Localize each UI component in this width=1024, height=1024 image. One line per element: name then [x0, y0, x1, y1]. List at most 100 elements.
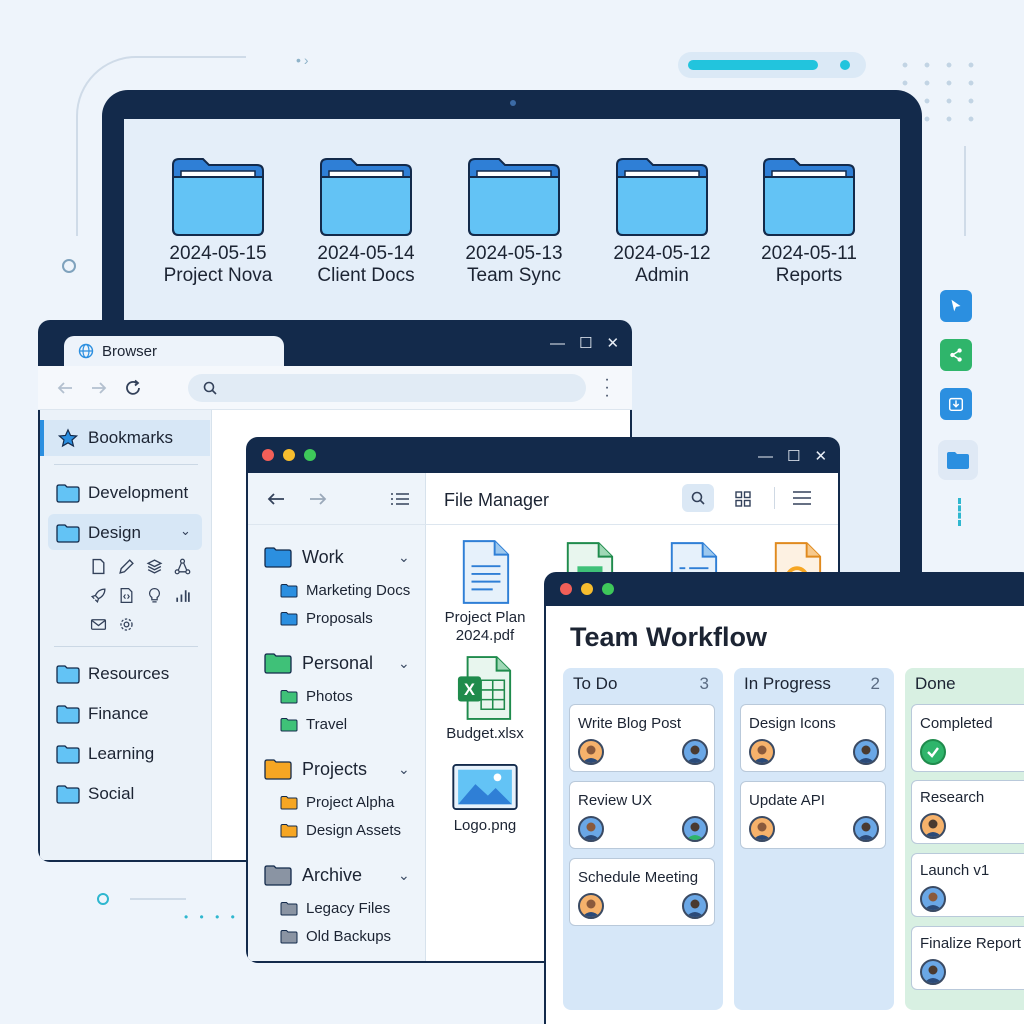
- chevron-down-icon[interactable]: ⌄: [398, 655, 410, 672]
- grid-view-icon[interactable]: [734, 490, 752, 508]
- close-dot[interactable]: [262, 449, 274, 461]
- folder-icon: [56, 785, 80, 804]
- bar-chart-icon[interactable]: [172, 585, 192, 605]
- bookmarks-title-row: Bookmarks: [56, 425, 173, 451]
- group-archive[interactable]: Archive: [264, 864, 362, 886]
- task-card[interactable]: Finalize Report: [911, 926, 1024, 990]
- minimize-dot[interactable]: [283, 449, 295, 461]
- desktop-folder[interactable]: 2024-05-15 Project Nova: [153, 155, 283, 287]
- desktop-folder[interactable]: 2024-05-12 Admin: [597, 155, 727, 287]
- zoom-dot[interactable]: [602, 583, 614, 595]
- task-card[interactable]: Design Icons: [740, 704, 886, 772]
- list-view-icon[interactable]: [390, 491, 410, 507]
- folder-icon: [264, 653, 292, 674]
- document-icon[interactable]: [88, 556, 108, 576]
- reload-icon[interactable]: [124, 379, 142, 397]
- avatar: [682, 816, 708, 842]
- excel-document-icon: X: [457, 656, 512, 720]
- task-card[interactable]: Launch v1: [911, 853, 1024, 917]
- download-button[interactable]: [940, 388, 972, 420]
- back-arrow-icon[interactable]: [56, 380, 74, 396]
- subfolder-item[interactable]: Photos: [280, 688, 353, 705]
- folder-name: Team Sync: [467, 265, 561, 286]
- rocket-icon[interactable]: [88, 585, 108, 605]
- task-title: Launch v1: [920, 862, 990, 879]
- subfolder-item[interactable]: Travel: [280, 716, 347, 733]
- bookmark-folder-resources[interactable]: Resources: [56, 661, 169, 687]
- folder-icon: [280, 718, 298, 732]
- forward-arrow-icon[interactable]: [90, 380, 108, 396]
- file-project-plan[interactable]: Project Plan 2024.pdf: [430, 539, 540, 645]
- desktop-folder[interactable]: 2024-05-14 Client Docs: [301, 155, 431, 287]
- column-count: 2: [870, 674, 880, 693]
- chevron-down-icon[interactable]: ⌄: [180, 523, 191, 539]
- code-file-icon[interactable]: [116, 585, 136, 605]
- minimize-button[interactable]: —: [550, 335, 565, 352]
- minimize-button[interactable]: —: [758, 448, 773, 465]
- mail-icon[interactable]: [88, 614, 108, 634]
- url-input[interactable]: [188, 374, 586, 402]
- bulb-icon[interactable]: [144, 585, 164, 605]
- bookmark-folder-learning[interactable]: Learning: [56, 741, 154, 767]
- task-card[interactable]: Update API: [740, 781, 886, 849]
- close-dot[interactable]: [560, 583, 572, 595]
- layers-icon[interactable]: [144, 556, 164, 576]
- task-card[interactable]: Schedule Meeting: [569, 858, 715, 926]
- pen-icon[interactable]: [116, 556, 136, 576]
- folder-date: 2024-05-15: [169, 243, 267, 264]
- bookmark-label: Resources: [88, 664, 170, 683]
- chevron-down-icon[interactable]: ⌄: [398, 761, 410, 778]
- folder-name: Reports: [775, 265, 843, 286]
- search-button[interactable]: [682, 484, 714, 512]
- group-projects[interactable]: Projects: [264, 758, 367, 780]
- folder-icon: [280, 690, 298, 704]
- maximize-button[interactable]: ☐: [579, 334, 592, 352]
- task-card[interactable]: Research: [911, 780, 1024, 844]
- bookmark-folder-social[interactable]: Social: [56, 781, 134, 807]
- group-work[interactable]: Work: [264, 546, 344, 568]
- folder-tool-button[interactable]: [938, 440, 978, 480]
- desktop-folder[interactable]: 2024-05-11 Reports: [744, 155, 874, 287]
- minimize-dot[interactable]: [581, 583, 593, 595]
- bookmark-folder-development[interactable]: Development: [56, 480, 188, 506]
- share-button[interactable]: [940, 339, 972, 371]
- chevron-down-icon[interactable]: ⌄: [398, 867, 410, 884]
- bookmark-folder-design[interactable]: Design: [56, 520, 141, 546]
- cursor-tool-button[interactable]: [940, 290, 972, 322]
- subfolder-label: Travel: [306, 716, 348, 733]
- browser-tab[interactable]: Browser: [64, 336, 284, 366]
- chevron-down-icon[interactable]: ⌄: [398, 549, 410, 566]
- subfolder-item[interactable]: Proposals: [280, 610, 373, 627]
- file-logo[interactable]: Logo.png: [430, 763, 540, 835]
- desktop-folder[interactable]: 2024-05-13 Team Sync: [449, 155, 579, 287]
- folder-icon: [280, 824, 298, 838]
- back-arrow-icon[interactable]: [266, 491, 286, 507]
- subfolder-item[interactable]: Design Assets: [280, 822, 401, 839]
- zoom-dot[interactable]: [304, 449, 316, 461]
- subfolder-item[interactable]: Old Backups: [280, 928, 391, 945]
- close-button[interactable]: ✕: [814, 447, 827, 465]
- gear-icon[interactable]: [116, 614, 136, 634]
- nodes-icon[interactable]: [172, 556, 192, 576]
- subfolder-item[interactable]: Marketing Docs: [280, 582, 410, 599]
- kebab-menu-icon[interactable]: · · ·: [604, 372, 610, 404]
- file-name: 2024.pdf: [455, 627, 515, 644]
- group-personal[interactable]: Personal: [264, 652, 373, 674]
- file-budget[interactable]: X Budget.xlsx: [430, 655, 540, 743]
- subfolder-item[interactable]: Legacy Files: [280, 900, 390, 917]
- divider: [248, 524, 426, 525]
- file-manager-window-controls: — ☐ ✕: [758, 447, 827, 466]
- column-todo: To Do 3 Write Blog Post Review UX Schedu…: [563, 668, 723, 1010]
- folder-date: 2024-05-13: [465, 243, 563, 264]
- task-card[interactable]: Completed: [911, 704, 1024, 772]
- bookmark-folder-finance[interactable]: Finance: [56, 701, 148, 727]
- hamburger-menu-icon[interactable]: [792, 490, 812, 506]
- kanban-board: Team Workflow To Do 3 Write Blog Post Re…: [546, 606, 1024, 1024]
- maximize-button[interactable]: ☐: [787, 447, 800, 465]
- subfolder-label: Marketing Docs: [306, 582, 411, 599]
- task-card[interactable]: Review UX: [569, 781, 715, 849]
- forward-arrow-icon[interactable]: [308, 491, 328, 507]
- subfolder-item[interactable]: Project Alpha: [280, 794, 394, 811]
- task-card[interactable]: Write Blog Post: [569, 704, 715, 772]
- close-button[interactable]: ✕: [606, 334, 619, 352]
